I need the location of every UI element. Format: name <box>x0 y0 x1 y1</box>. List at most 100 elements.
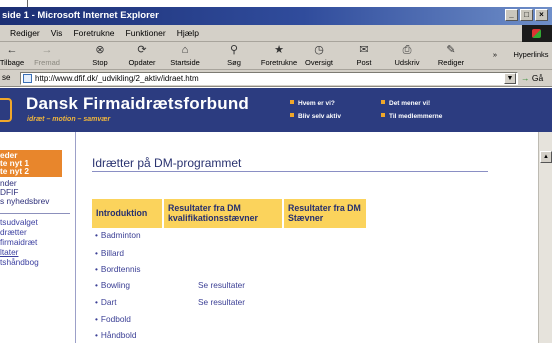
history-icon: ◷ <box>314 44 324 56</box>
forward-button[interactable]: → Fremad <box>30 44 64 69</box>
history-button[interactable]: ◷ Oversigt <box>300 44 338 69</box>
address-url: http://www.dfif.dk/_udvikling/2_aktiv/id… <box>35 74 199 83</box>
sidebar-item-nyhedsbrev[interactable]: s nyhedsbrev <box>0 197 49 206</box>
sidebar-divider <box>0 213 70 214</box>
menu-foretrukne[interactable]: Foretrukne <box>73 28 114 38</box>
result-link-dart[interactable]: Se resultater <box>198 297 245 307</box>
edit-label: Rediger <box>437 58 465 67</box>
go-button[interactable]: → Gå <box>521 73 543 83</box>
links-button[interactable]: Hyperlinks <box>510 50 552 69</box>
window-title: side 1 - Microsoft Internet Explorer <box>2 10 159 21</box>
back-arrow-icon: ← <box>6 44 18 56</box>
go-arrow-icon: → <box>521 73 530 83</box>
sidebar: eder te nyt 1 te nyt 2 nder DFIF s nyhed… <box>0 132 76 343</box>
sport-name: Badminton <box>100 230 141 240</box>
search-label: Søg <box>227 58 241 67</box>
page-title: Idrætter på DM-programmet <box>92 156 242 170</box>
nav-link-medlemmerne[interactable]: Til medlemmerne <box>381 113 442 120</box>
stop-button[interactable]: ⊗ Stop <box>86 44 114 69</box>
minimize-button[interactable]: _ <box>505 9 518 21</box>
sidebar-item-idraetter[interactable]: drætter <box>0 228 27 237</box>
sport-link-haandbold[interactable]: • Håndbold <box>95 330 136 340</box>
bullet-icon: • <box>95 297 98 307</box>
menu-vis[interactable]: Vis <box>51 28 63 38</box>
home-icon: ⌂ <box>181 44 189 56</box>
sport-name: Billard <box>100 248 124 258</box>
bullet-icon: • <box>95 230 98 240</box>
sidebar-item-resultater[interactable]: ltater <box>0 248 18 257</box>
sport-link-badminton[interactable]: • Badminton <box>95 230 141 240</box>
bullet-icon <box>381 100 385 104</box>
nav-label: Det mener vi! <box>389 100 431 107</box>
back-button[interactable]: ← Tilbage <box>0 44 26 69</box>
search-button[interactable]: ⚲ Søg <box>222 44 246 69</box>
menu-funktioner[interactable]: Funktioner <box>126 28 166 38</box>
history-label: Oversigt <box>305 58 333 67</box>
print-label: Udskriv <box>394 58 420 67</box>
forward-label: Fremad <box>34 58 60 67</box>
sport-name: Bordtennis <box>100 264 141 274</box>
refresh-icon: ⟳ <box>137 44 147 56</box>
sport-name: Bowling <box>100 280 130 290</box>
menu-hjaelp[interactable]: Hjælp <box>177 28 199 38</box>
sport-link-bowling[interactable]: • Bowling <box>95 280 130 290</box>
bullet-icon: • <box>95 248 98 258</box>
header-introduktion: Introduktion <box>92 199 162 228</box>
window-controls: _ □ × <box>505 9 548 21</box>
sport-link-fodbold[interactable]: • Fodbold <box>95 314 131 324</box>
sport-link-dart[interactable]: • Dart <box>95 297 117 307</box>
bullet-icon <box>381 113 385 117</box>
sport-name: Håndbold <box>100 330 137 340</box>
sport-link-bordtennis[interactable]: • Bordtennis <box>95 264 141 274</box>
bullet-icon: • <box>95 280 98 290</box>
favorites-label: Foretrukne <box>260 58 298 67</box>
refresh-button[interactable]: ⟳ Opdater <box>124 44 160 69</box>
address-dropdown-button[interactable]: ▼ <box>504 73 516 84</box>
favorites-button[interactable]: ★ Foretrukne <box>256 44 302 69</box>
bullet-icon: • <box>95 264 98 274</box>
refresh-label: Opdater <box>128 58 156 67</box>
stop-icon: ⊗ <box>95 44 105 56</box>
home-button[interactable]: ⌂ Startside <box>165 44 205 69</box>
forward-arrow-icon: → <box>41 44 53 56</box>
site-tagline: idræt – motion – samvær <box>27 116 111 123</box>
edit-button[interactable]: ✎ Rediger <box>434 44 468 69</box>
nav-link-det-mener-vi[interactable]: Det mener vi! <box>381 100 430 107</box>
windows-logo-icon <box>522 25 552 42</box>
result-link-bowling[interactable]: Se resultater <box>198 280 245 290</box>
back-label: Tilbage <box>0 58 25 67</box>
mail-icon: ✉ <box>359 44 369 56</box>
main-content: Idrætter på DM-programmet Introduktion R… <box>76 132 538 343</box>
mail-label: Post <box>356 58 372 67</box>
bullet-icon <box>290 100 294 104</box>
search-icon: ⚲ <box>229 44 239 56</box>
bullet-icon <box>290 113 294 117</box>
sidebar-item-udvalget[interactable]: tsudvalget <box>0 218 38 227</box>
sidebar-item-haandbog[interactable]: tshåndbog <box>0 258 39 267</box>
bullet-icon: • <box>95 314 98 324</box>
bullet-icon: • <box>95 330 98 340</box>
sport-link-billard[interactable]: • Billard <box>95 248 124 258</box>
address-label: se <box>2 73 11 82</box>
printer-icon: ⎙ <box>402 44 412 56</box>
sidebar-item-nyt-2[interactable]: te nyt 2 <box>0 167 29 176</box>
scroll-up-arrow-icon[interactable]: ▲ <box>540 151 552 163</box>
menu-rediger[interactable]: Rediger <box>10 28 40 38</box>
callout-line <box>27 0 28 7</box>
toolbar-more-chevron[interactable]: » <box>490 50 500 69</box>
maximize-button[interactable]: □ <box>520 9 533 21</box>
page-icon <box>23 74 32 83</box>
close-button[interactable]: × <box>535 9 548 21</box>
header-kvalifikation: Resultater fra DM kvalifikationsstævner <box>164 199 282 228</box>
title-bar: side 1 - Microsoft Internet Explorer <box>0 7 552 25</box>
title-underline <box>92 171 488 172</box>
mail-button[interactable]: ✉ Post <box>352 44 376 69</box>
nav-link-hvem[interactable]: Hvem er vi? <box>290 100 335 107</box>
site-brand[interactable]: Dansk Firmaidrætsforbund <box>26 94 249 114</box>
sidebar-item-firmaidraet[interactable]: firmaidræt <box>0 238 37 247</box>
nav-link-bliv-aktiv[interactable]: Bliv selv aktiv <box>290 113 341 120</box>
stop-label: Stop <box>92 58 108 67</box>
print-button[interactable]: ⎙ Udskriv <box>390 44 424 69</box>
vertical-scrollbar[interactable]: ▲ <box>538 132 552 343</box>
address-input[interactable]: http://www.dfif.dk/_udvikling/2_aktiv/id… <box>20 72 518 85</box>
